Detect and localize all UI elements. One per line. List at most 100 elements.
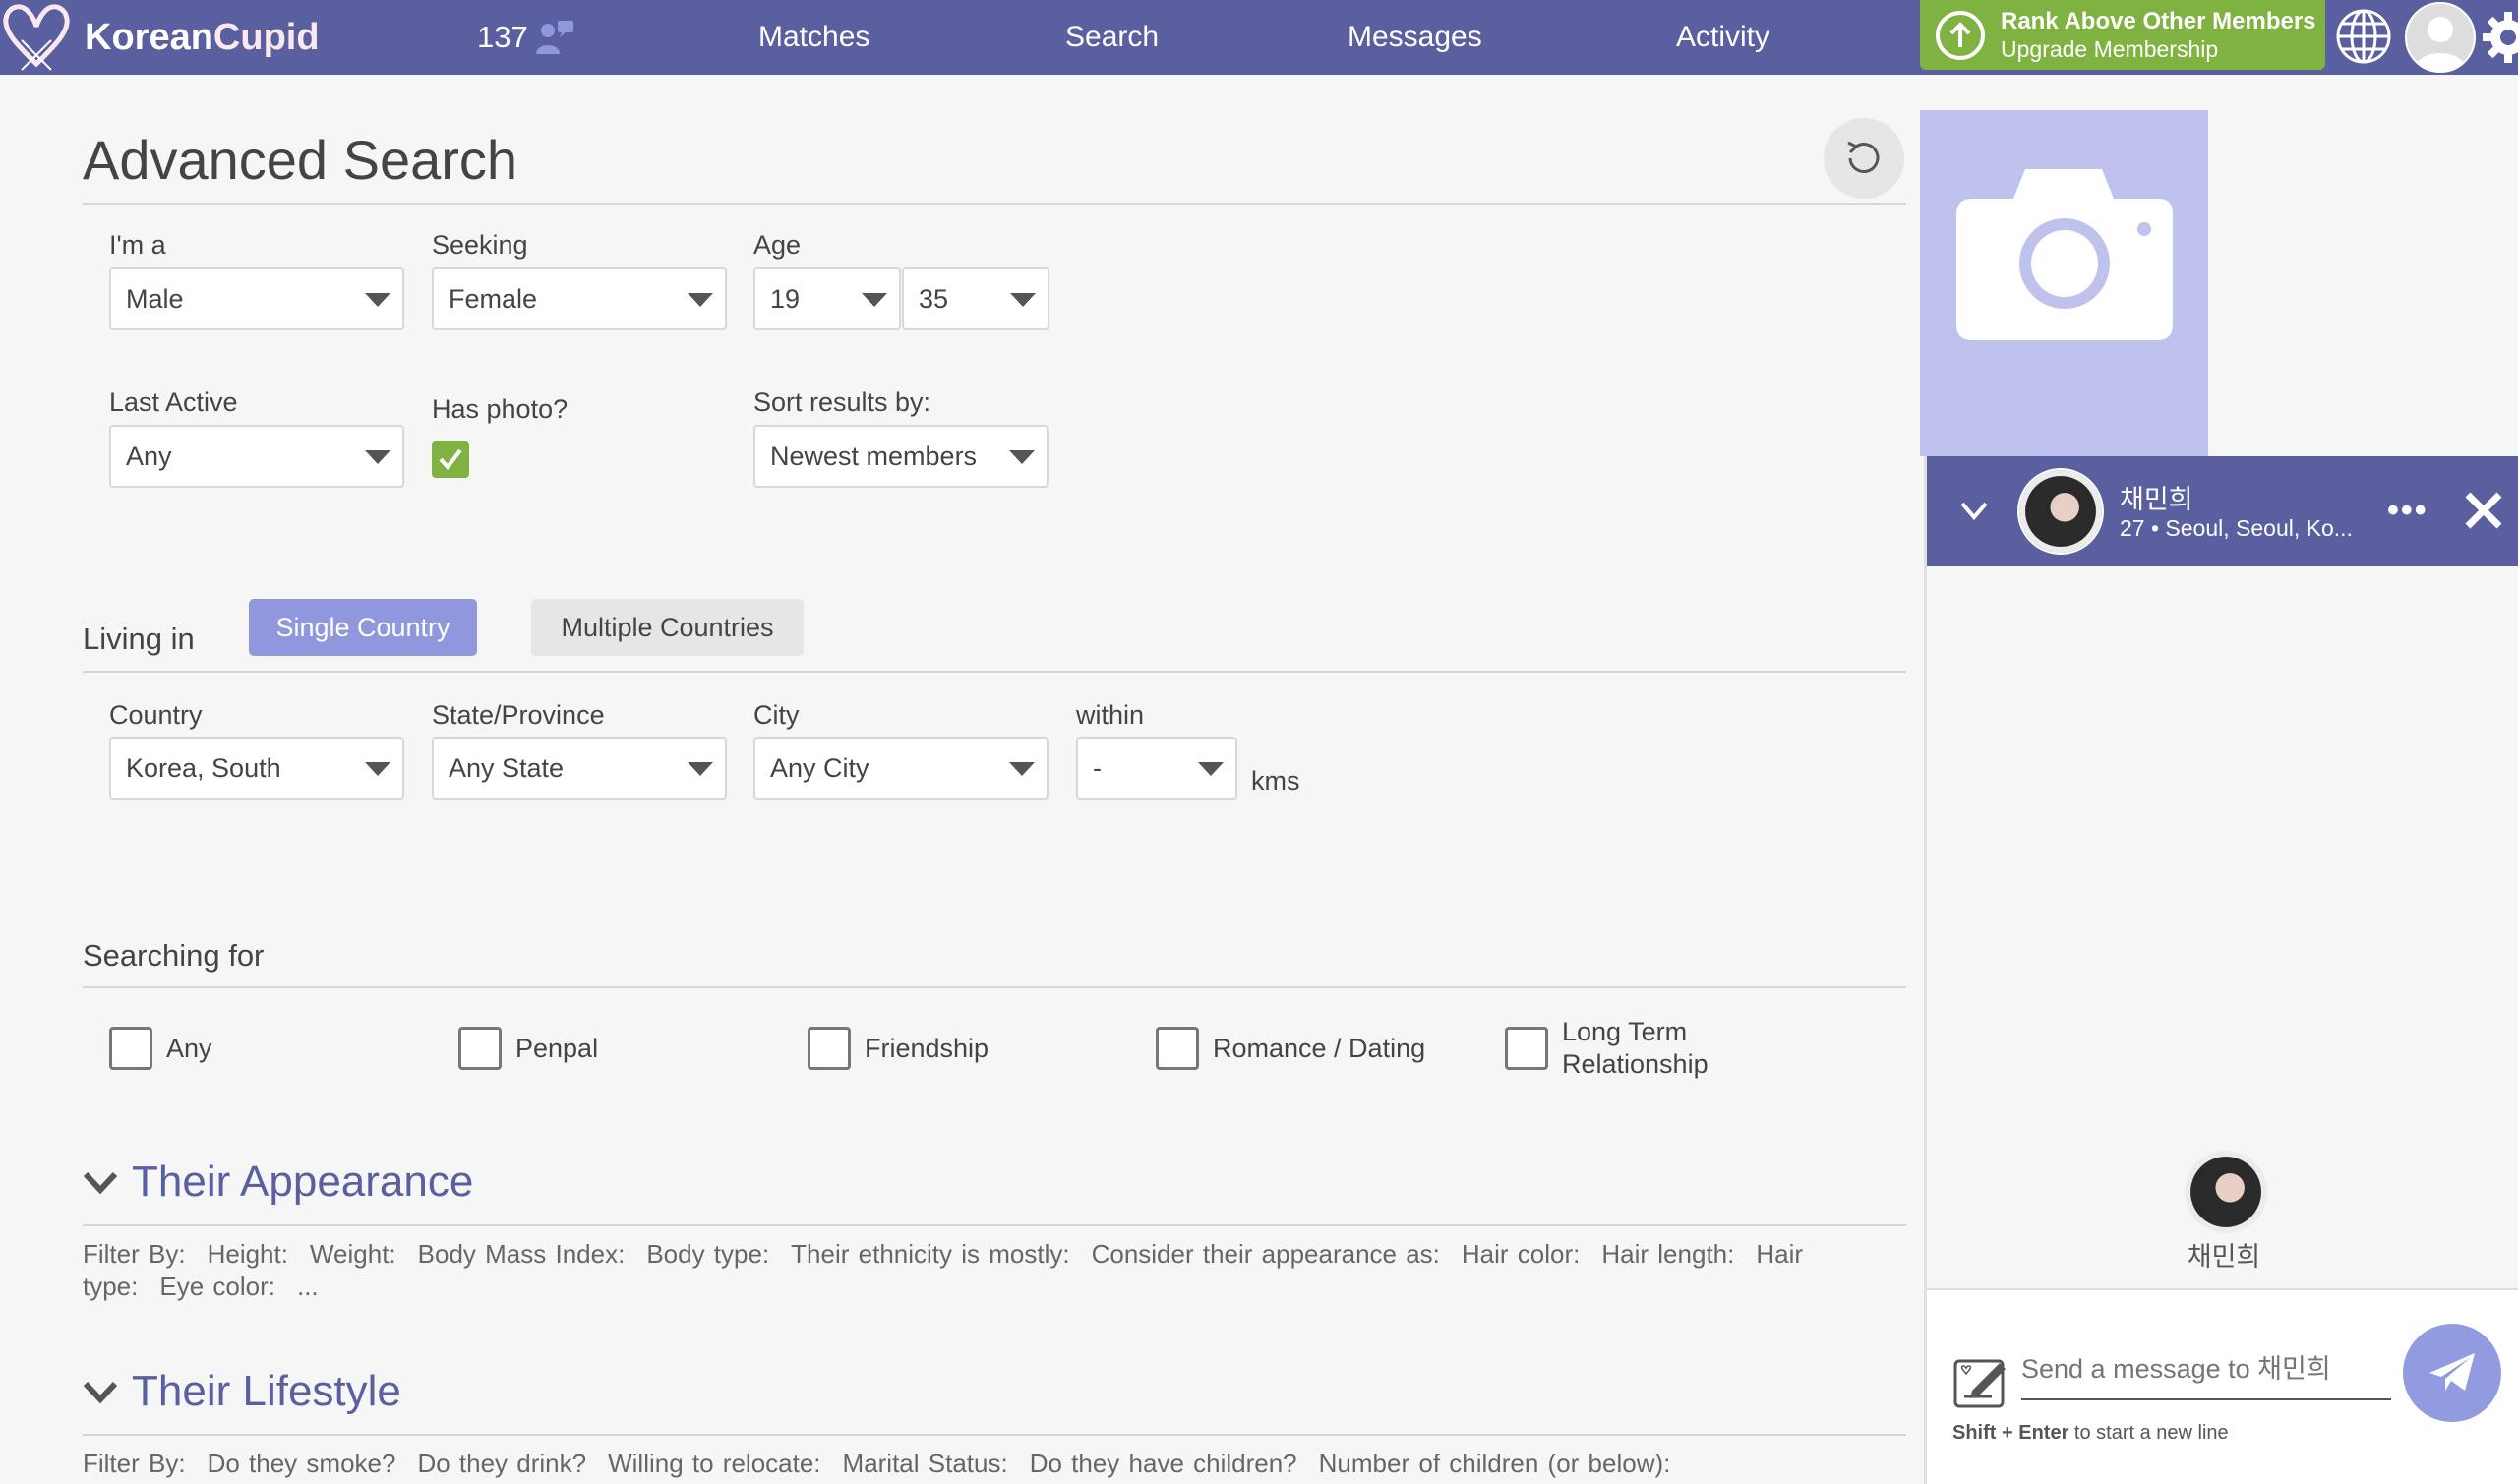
age-max-select[interactable]: 35 <box>902 267 1049 330</box>
seeking-value: Female <box>449 283 538 314</box>
filter-number-children[interactable]: Number of children (or below): <box>1319 1449 1671 1478</box>
brand-name: KoreanCupid <box>85 16 320 58</box>
chevron-down-icon <box>365 293 390 307</box>
user-avatar-icon[interactable] <box>2405 2 2476 73</box>
within-value: - <box>1093 752 1102 783</box>
online-users-counter[interactable]: 137 <box>477 0 575 75</box>
filter-have-children[interactable]: Do they have children? <box>1030 1449 1297 1478</box>
profile-photo-placeholder[interactable] <box>1920 110 2208 456</box>
city-value: Any City <box>770 752 869 783</box>
logo[interactable]: KoreanCupid <box>0 0 320 75</box>
filter-more[interactable]: ... <box>297 1272 319 1301</box>
filter-smoke[interactable]: Do they smoke? <box>208 1449 396 1478</box>
within-select[interactable]: - <box>1076 737 1237 800</box>
filter-marital-status[interactable]: Marital Status: <box>843 1449 1008 1478</box>
last-active-value: Any <box>126 441 172 471</box>
appearance-title: Their Appearance <box>132 1158 474 1206</box>
globe-icon[interactable] <box>2335 8 2392 65</box>
chevron-down-icon[interactable] <box>1956 496 1992 525</box>
compose-icon[interactable] <box>1952 1355 2009 1410</box>
chat-contact-name-large: 채민희 <box>2187 1242 2261 1272</box>
city-select[interactable]: Any City <box>753 737 1049 800</box>
filter-drink[interactable]: Do they drink? <box>417 1449 586 1478</box>
send-button[interactable] <box>2403 1324 2501 1422</box>
has-photo-label: Has photo? <box>432 394 569 424</box>
filter-hair-color[interactable]: Hair color: <box>1462 1239 1580 1269</box>
top-navigation-bar: KoreanCupid 137 Matches Search Messages … <box>0 0 2518 75</box>
single-country-toggle[interactable]: Single Country <box>249 599 477 656</box>
country-label: Country <box>109 700 203 730</box>
im-a-select[interactable]: Male <box>109 267 404 330</box>
seeking-label: Seeking <box>432 230 528 260</box>
seeking-select[interactable]: Female <box>432 267 727 330</box>
age-min-select[interactable]: 19 <box>753 267 901 330</box>
chat-contact-avatar[interactable] <box>2017 468 2104 555</box>
page-title: Advanced Search <box>83 129 518 191</box>
nav-messages[interactable]: Messages <box>1348 0 1482 75</box>
chevron-down-icon <box>1198 762 1224 776</box>
nav-search[interactable]: Search <box>1065 0 1159 75</box>
appearance-accordion[interactable]: Their Appearance <box>83 1158 473 1207</box>
message-input[interactable] <box>2021 1339 2391 1400</box>
chevron-down-icon <box>688 762 713 776</box>
searching-friendship-checkbox[interactable] <box>808 1027 851 1070</box>
chevron-down-icon <box>83 1171 118 1195</box>
chevron-down-icon <box>365 762 390 776</box>
chat-contact-avatar-large[interactable] <box>2185 1151 2267 1233</box>
filter-height[interactable]: Height: <box>208 1239 288 1269</box>
nav-matches[interactable]: Matches <box>758 0 869 75</box>
searching-any-checkbox[interactable] <box>109 1027 152 1070</box>
camera-icon <box>1955 169 2173 340</box>
lifestyle-filters: Filter By: Do they smoke? Do they drink? Wi… <box>83 1448 1906 1480</box>
age-max-value: 35 <box>919 283 949 314</box>
gear-icon[interactable] <box>2481 10 2518 65</box>
filter-bmi[interactable]: Body Mass Index: <box>418 1239 626 1269</box>
filter-weight[interactable]: Weight: <box>310 1239 396 1269</box>
divider <box>83 1434 1906 1436</box>
chat-compose-area: Shift + Enter to start a new line <box>1927 1288 2518 1484</box>
arrow-up-circle-icon <box>1936 10 1985 60</box>
searching-any-label[interactable]: Any <box>166 1033 212 1065</box>
filter-ethnicity[interactable]: Their ethnicity is mostly: <box>791 1239 1069 1269</box>
online-users-icon <box>535 21 573 54</box>
chevron-down-icon <box>365 450 390 464</box>
city-label: City <box>753 700 800 730</box>
sort-select[interactable]: Newest members <box>753 425 1049 488</box>
country-select[interactable]: Korea, South <box>109 737 404 800</box>
searching-penpal-checkbox[interactable] <box>458 1027 502 1070</box>
chat-contact-info: 27 • Seoul, Seoul, Ko... <box>2120 515 2353 541</box>
filter-by-label: Filter By: <box>83 1239 186 1269</box>
more-options-icon[interactable]: ••• <box>2387 492 2428 530</box>
searching-romance-checkbox[interactable] <box>1156 1027 1199 1070</box>
filter-body-type[interactable]: Body type: <box>646 1239 769 1269</box>
chevron-down-icon <box>1009 450 1035 464</box>
filter-relocate[interactable]: Willing to relocate: <box>608 1449 820 1478</box>
state-select[interactable]: Any State <box>432 737 727 800</box>
has-photo-checkbox[interactable] <box>432 441 469 478</box>
last-active-select[interactable]: Any <box>109 425 404 488</box>
filter-hair-length[interactable]: Hair length: <box>1601 1239 1734 1269</box>
chat-contact-name[interactable]: 채민희 <box>2120 478 2193 516</box>
upgrade-membership-button[interactable]: Rank Above Other Members Upgrade Members… <box>1920 0 2325 70</box>
lifestyle-accordion[interactable]: Their Lifestyle <box>83 1367 401 1416</box>
searching-for-label: Searching for <box>83 938 265 973</box>
searching-friendship-label[interactable]: Friendship <box>865 1033 989 1065</box>
nav-activity[interactable]: Activity <box>1676 0 1769 75</box>
lifestyle-title: Their Lifestyle <box>132 1367 401 1415</box>
im-a-value: Male <box>126 283 184 314</box>
close-icon[interactable] <box>2463 490 2504 531</box>
divider <box>83 986 1906 988</box>
searching-penpal-label[interactable]: Penpal <box>515 1033 598 1065</box>
logo-heart-icon <box>3 4 70 71</box>
reset-search-button[interactable] <box>1824 118 1904 199</box>
filter-appearance[interactable]: Consider their appearance as: <box>1092 1239 1440 1269</box>
searching-romance-label[interactable]: Romance / Dating <box>1213 1033 1425 1065</box>
searching-long-term-checkbox[interactable] <box>1505 1027 1548 1070</box>
living-in-label: Living in <box>83 622 195 656</box>
multiple-countries-toggle[interactable]: Multiple Countries <box>531 599 804 656</box>
filter-eye-color[interactable]: Eye color: <box>159 1272 275 1301</box>
searching-long-term-label[interactable]: Long Term Relationship <box>1562 1016 1759 1081</box>
divider <box>83 1224 1906 1226</box>
filter-by-label: Filter By: <box>83 1449 186 1478</box>
chat-header[interactable]: 채민희 27 • Seoul, Seoul, Ko... ••• <box>1927 456 2518 566</box>
